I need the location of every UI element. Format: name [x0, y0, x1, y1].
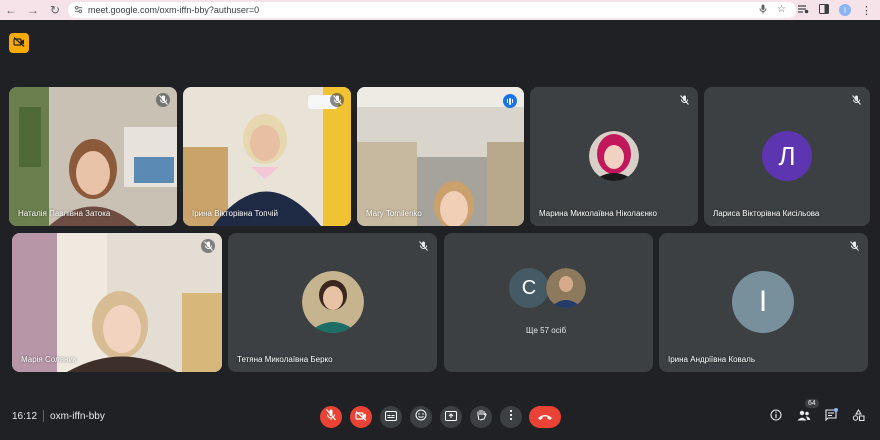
participant-name: Наталія Павлівна Затока [18, 209, 111, 218]
participant-video [357, 87, 524, 226]
back-icon[interactable]: ← [0, 0, 22, 20]
avatar: І [732, 271, 794, 333]
mic-off-icon [156, 93, 170, 107]
participant-video [183, 87, 351, 226]
chat-notification-dot [834, 408, 838, 412]
mic-off-icon [849, 93, 863, 107]
hand-icon [476, 408, 487, 426]
participant-tile[interactable]: Mary Tomilenko [357, 87, 524, 226]
people-button[interactable] [796, 409, 812, 425]
call-end-icon [537, 408, 553, 426]
meeting-info-button[interactable] [768, 409, 784, 425]
participants-count-badge: 64 [805, 399, 819, 408]
present-icon [445, 408, 457, 426]
emoji-icon [415, 408, 427, 426]
forward-icon[interactable]: → [22, 0, 44, 20]
camera-off-icon [355, 408, 367, 426]
activities-icon [852, 408, 865, 426]
leave-call-button[interactable] [529, 406, 561, 428]
address-bar[interactable]: meet.google.com/oxm-iffn-bby?authuser=0 … [68, 2, 796, 18]
site-info-icon[interactable] [74, 5, 88, 16]
url-text: meet.google.com/oxm-iffn-bby?authuser=0 [88, 5, 260, 15]
participant-name: Марина Миколаївна Ніколаєнко [539, 209, 657, 218]
participant-name: Тетяна Миколаївна Берко [237, 355, 333, 364]
mic-off-icon [326, 408, 336, 426]
mic-off-icon [416, 239, 430, 253]
star-icon[interactable]: ☆ [777, 4, 786, 17]
captions-button[interactable] [380, 406, 402, 428]
camera-toggle-button[interactable] [350, 406, 372, 428]
participant-name: Ірина Вікторівна Топчій [192, 209, 278, 218]
avatar [589, 131, 639, 181]
avatar [302, 271, 364, 333]
mic-off-icon [330, 93, 344, 107]
camera-off-icon [13, 34, 25, 52]
meeting-details: 16:12 oxm-iffn-bby [12, 410, 105, 422]
participant-tile[interactable]: Л Лариса Вікторівна Кисільова [704, 87, 870, 226]
participant-tile[interactable]: Марія Соляник [12, 233, 222, 372]
mic-off-icon [847, 239, 861, 253]
camera-off-badge[interactable] [9, 33, 29, 53]
avatar: Л [762, 131, 812, 181]
more-vert-icon [509, 408, 513, 426]
others-tile[interactable]: С Ще 57 осіб [444, 233, 653, 372]
sidepanel-icon[interactable] [819, 3, 829, 17]
participant-video [9, 87, 177, 226]
participant-name: Марія Соляник [21, 355, 77, 364]
others-count-label: Ще 57 осіб [526, 326, 567, 335]
participant-tile[interactable]: Марина Миколаївна Ніколаєнко [530, 87, 698, 226]
info-icon [770, 408, 782, 426]
more-options-button[interactable] [500, 406, 522, 428]
activities-button[interactable] [850, 409, 866, 425]
mic-off-icon [677, 93, 691, 107]
participant-name: Лариса Вікторівна Кисільова [713, 209, 820, 218]
emoji-reaction-button[interactable] [410, 406, 432, 428]
participant-tile[interactable]: І Ірина Андріївна Коваль [659, 233, 868, 372]
mic-toggle-button[interactable] [320, 406, 342, 428]
participant-name: Mary Tomilenko [366, 209, 422, 218]
participant-tile[interactable]: Ірина Вікторівна Топчій [183, 87, 351, 226]
clock-time: 16:12 [12, 410, 38, 422]
participant-name: Ірина Андріївна Коваль [668, 355, 755, 364]
participant-tile[interactable]: Наталія Павлівна Затока [9, 87, 177, 226]
menu-icon[interactable]: ⋮ [861, 4, 872, 17]
meeting-code: oxm-iffn-bby [50, 410, 105, 422]
raise-hand-button[interactable] [470, 406, 492, 428]
reload-icon[interactable]: ↻ [44, 0, 66, 20]
avatar: С [509, 268, 549, 308]
captions-icon [385, 408, 397, 426]
participant-video [12, 233, 222, 372]
divider [43, 410, 45, 422]
mic-off-icon [201, 239, 215, 253]
people-icon [797, 408, 811, 426]
media-icon[interactable] [798, 4, 809, 17]
avatar [546, 268, 586, 308]
mic-icon[interactable] [759, 4, 767, 17]
speaking-indicator-icon [503, 94, 517, 108]
participant-tile[interactable]: Тетяна Миколаївна Берко [228, 233, 437, 372]
present-button[interactable] [440, 406, 462, 428]
profile-avatar[interactable]: I [839, 4, 851, 16]
